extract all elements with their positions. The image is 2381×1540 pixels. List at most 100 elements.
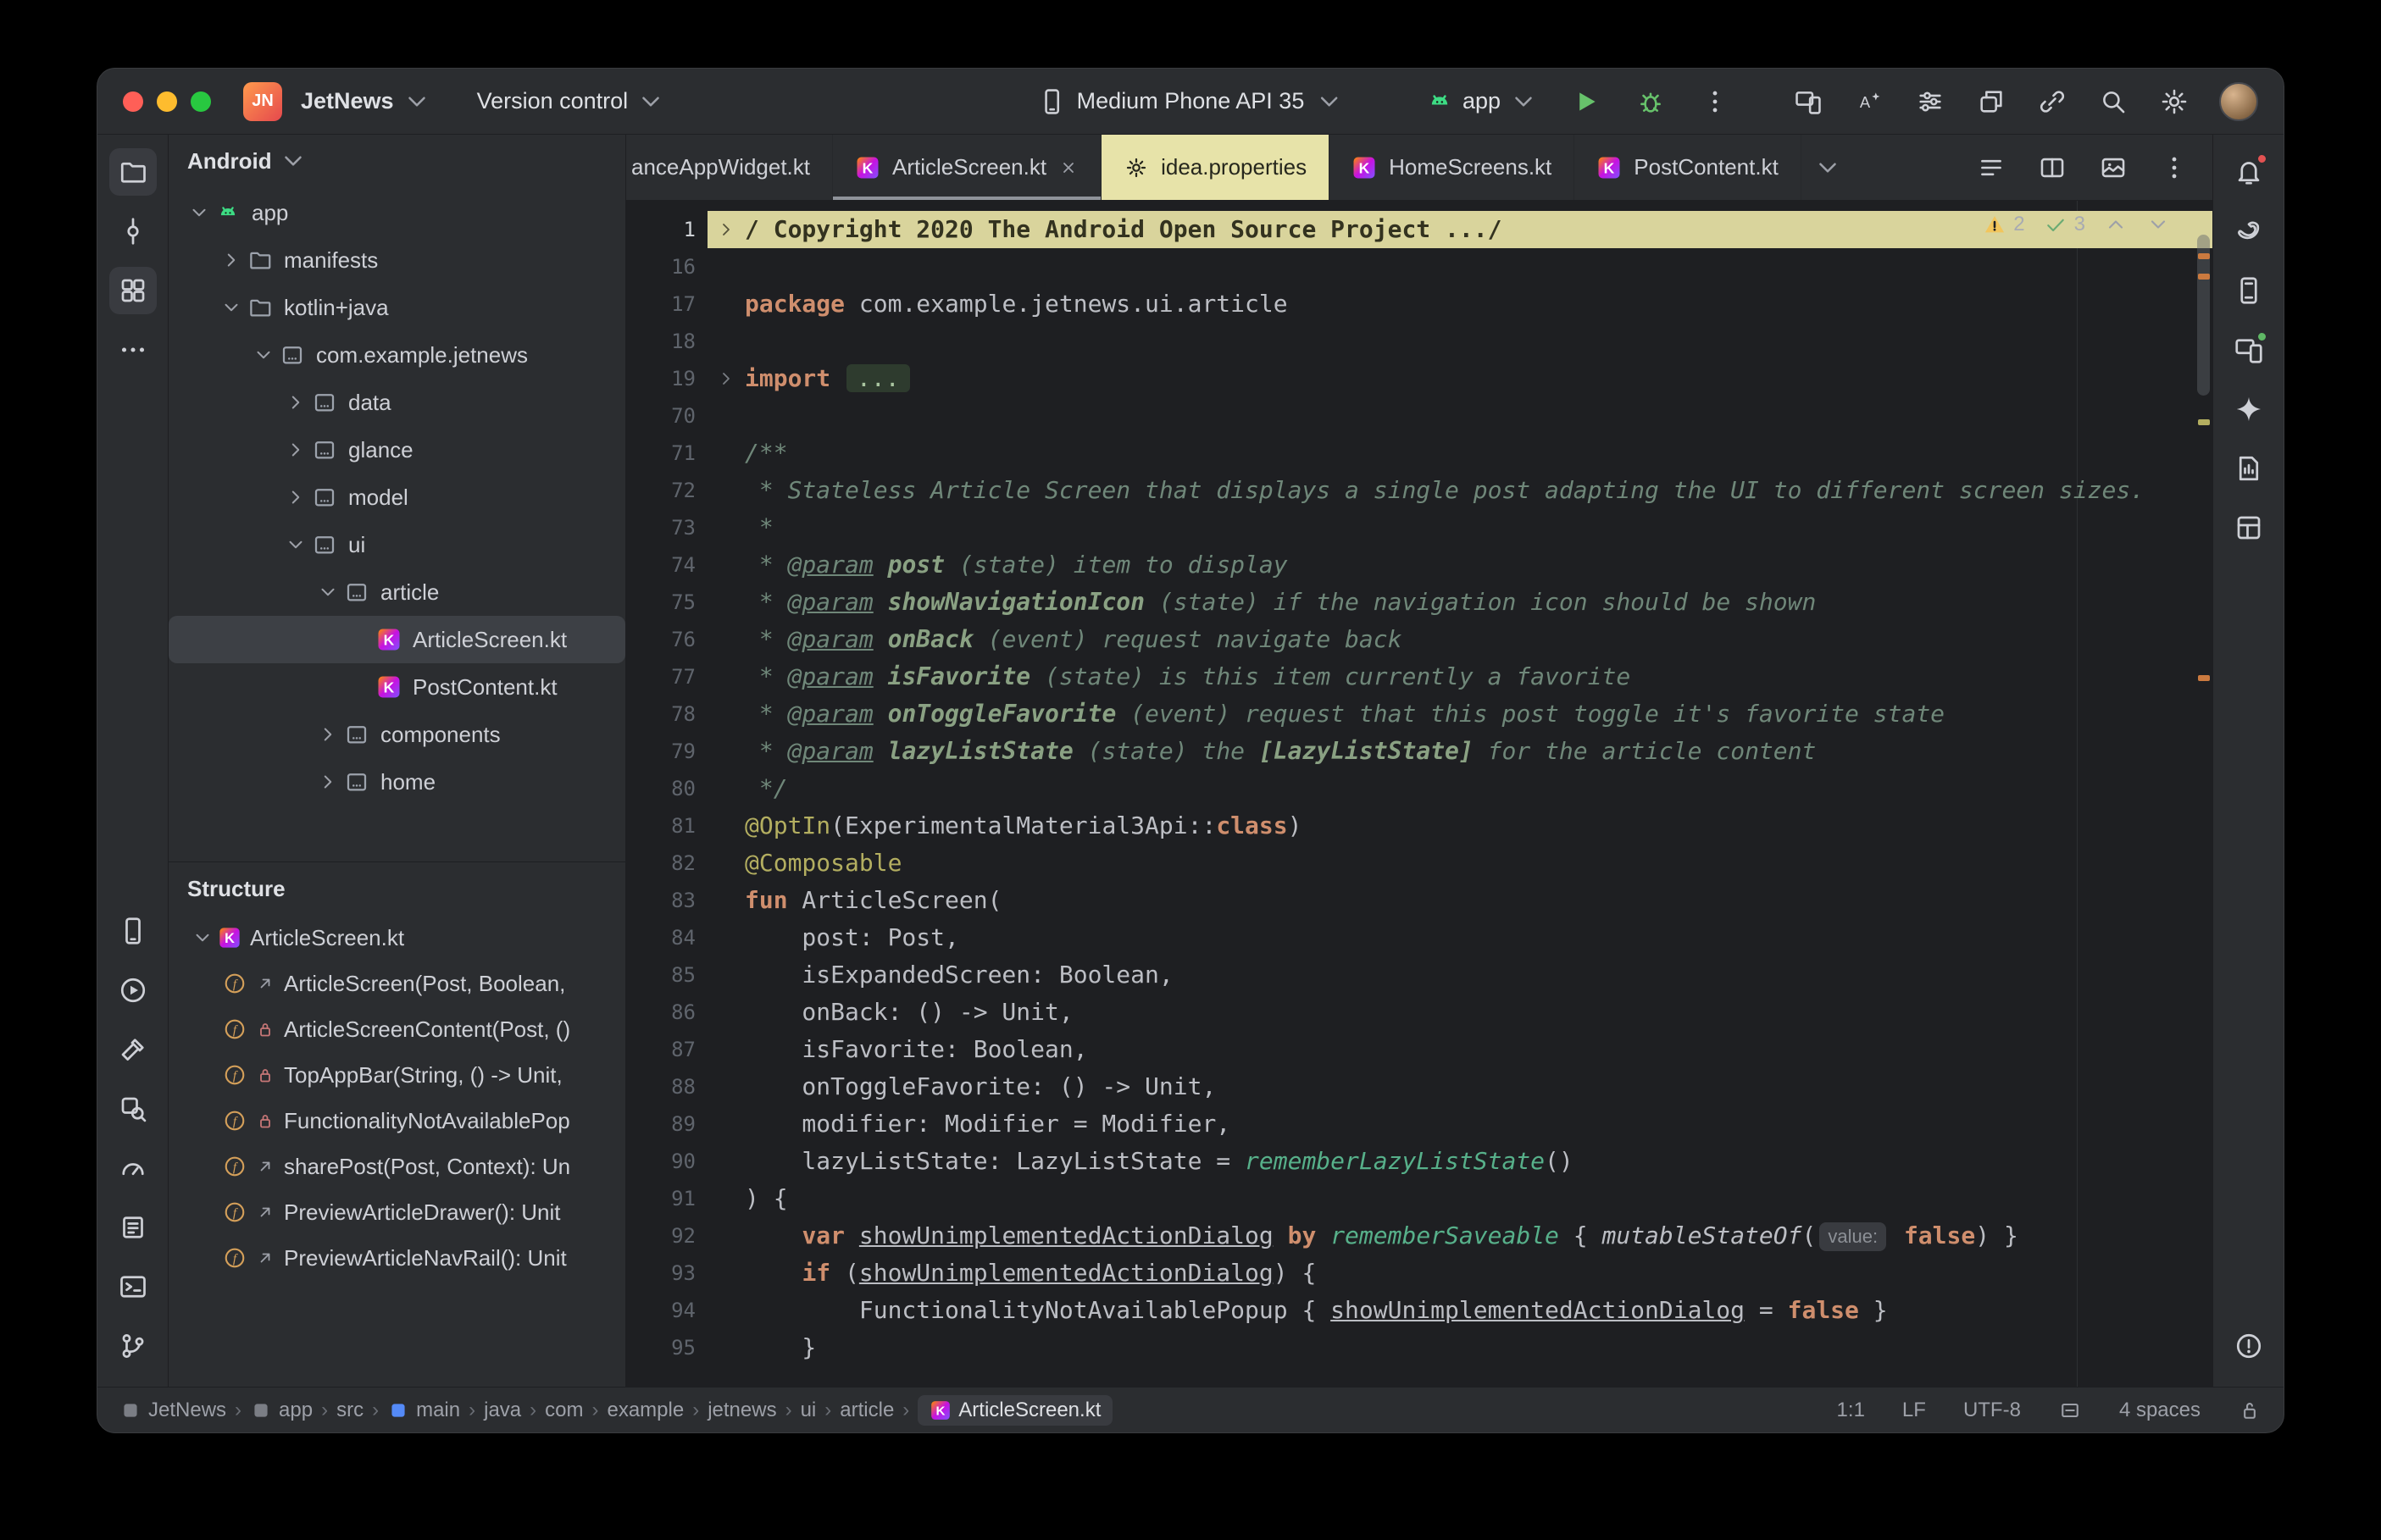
tool-gradle[interactable] <box>2225 208 2273 255</box>
structure-item[interactable]: f FunctionalityNotAvailablePop <box>169 1098 625 1144</box>
code-line[interactable]: 76 * @param onBack (event) request navig… <box>626 621 2212 658</box>
code-line[interactable]: 70 <box>626 397 2212 435</box>
close-tab-button[interactable] <box>1058 158 1079 178</box>
tree-item-postcontent-kt[interactable]: K PostContent.kt <box>169 663 625 711</box>
close-window-button[interactable] <box>123 91 143 112</box>
tab-anceappwidget-kt[interactable]: anceAppWidget.kt <box>626 135 834 200</box>
code-line[interactable]: 16 <box>626 248 2212 285</box>
breadcrumb-item-example[interactable]: example <box>607 1399 684 1422</box>
structure-item[interactable]: f ArticleScreen(Post, Boolean, <box>169 961 625 1006</box>
code-line[interactable]: 88 onToggleFavorite: () -> Unit, <box>626 1068 2212 1105</box>
code-line[interactable]: 91) { <box>626 1180 2212 1217</box>
indent-size[interactable]: 4 spaces <box>2119 1399 2201 1422</box>
debug-button[interactable] <box>1631 82 1670 121</box>
code-line[interactable]: 19 import ... <box>626 360 2212 397</box>
prev-problem-button[interactable] <box>2104 213 2128 236</box>
remote-dev-button[interactable] <box>2033 82 2072 121</box>
code-line[interactable]: 80 */ <box>626 770 2212 807</box>
tool-device-manager[interactable] <box>109 907 157 955</box>
editor-scrollbar[interactable] <box>2194 201 2212 1387</box>
device-selector[interactable]: Medium Phone API 35 <box>1038 87 1344 116</box>
code-line[interactable]: 74 * @param post (state) item to display <box>626 546 2212 584</box>
code-line[interactable]: 85 isExpandedScreen: Boolean, <box>626 956 2212 994</box>
hidden-tabs-button[interactable] <box>1813 135 1842 200</box>
code-line[interactable]: 17 package com.example.jetnews.ui.article <box>626 285 2212 323</box>
tool-more[interactable] <box>109 326 157 374</box>
zoom-window-button[interactable] <box>191 91 211 112</box>
tool-terminal[interactable] <box>109 1263 157 1310</box>
user-avatar[interactable] <box>2219 81 2258 121</box>
code-line[interactable]: 94 FunctionalityNotAvailablePopup { show… <box>626 1292 2212 1329</box>
tree-item-kotlin-java[interactable]: kotlin+java <box>169 284 625 331</box>
code-line[interactable]: 86 onBack: () -> Unit, <box>626 994 2212 1031</box>
split-editor-button[interactable] <box>2033 148 2072 187</box>
editor-layout-widget[interactable] <box>2058 1399 2082 1422</box>
tree-item-manifests[interactable]: manifests <box>169 236 625 284</box>
code-line[interactable]: 1/ Copyright 2020 The Android Open Sourc… <box>626 211 2212 248</box>
more-vertical-button[interactable] <box>2155 148 2194 187</box>
code-line[interactable]: 72 * Stateless Article Screen that displ… <box>626 472 2212 509</box>
caret-position[interactable]: 1:1 <box>1837 1399 1865 1422</box>
structure-root[interactable]: K ArticleScreen.kt <box>169 915 625 961</box>
tree-item-model[interactable]: model <box>169 474 625 521</box>
tool-profiler[interactable] <box>109 1144 157 1192</box>
tree-item-ui[interactable]: ui <box>169 521 625 568</box>
breadcrumb-item-src[interactable]: src <box>336 1399 364 1422</box>
structure-item[interactable]: f PreviewArticleNavRail(): Unit <box>169 1235 625 1281</box>
code-line[interactable]: 18 <box>626 323 2212 360</box>
run-configuration[interactable]: app <box>1425 87 1538 116</box>
tool-version-control[interactable] <box>109 1322 157 1370</box>
code-line[interactable]: 77 * @param isFavorite (state) is this i… <box>626 658 2212 695</box>
code-line[interactable]: 73 * <box>626 509 2212 546</box>
tool-device-explorer[interactable] <box>2225 267 2273 314</box>
tree-item-article[interactable]: article <box>169 568 625 616</box>
code-line[interactable]: 93 if (showUnimplementedActionDialog) { <box>626 1255 2212 1292</box>
tree-item-articlescreen-kt[interactable]: K ArticleScreen.kt <box>169 616 625 663</box>
structure-item[interactable]: f sharePost(Post, Context): Un <box>169 1144 625 1189</box>
breadcrumb-item-jetnews[interactable]: JetNews <box>119 1399 226 1422</box>
plugins-button[interactable] <box>1972 82 2011 121</box>
tree-item-glance[interactable]: glance <box>169 426 625 474</box>
tool-problems[interactable] <box>2225 1322 2273 1370</box>
tool-build[interactable] <box>109 1026 157 1073</box>
breadcrumb-item-main[interactable]: main <box>387 1399 460 1422</box>
tree-item-home[interactable]: home <box>169 758 625 806</box>
code-editor[interactable]: 1/ Copyright 2020 The Android Open Sourc… <box>626 201 2212 1387</box>
breadcrumb-item-jetnews[interactable]: jetnews <box>708 1399 776 1422</box>
code-line[interactable]: 71 /** <box>626 435 2212 472</box>
file-writable[interactable] <box>2238 1399 2262 1422</box>
device-mirror-button[interactable] <box>1789 82 1828 121</box>
breadcrumb-item-com[interactable]: com <box>545 1399 583 1422</box>
tool-commit[interactable] <box>109 208 157 255</box>
tool-layout-inspector[interactable] <box>2225 504 2273 551</box>
tab-list-button[interactable] <box>1972 148 2011 187</box>
run-button[interactable] <box>1567 82 1606 121</box>
code-line[interactable]: 82 @Composable <box>626 845 2212 882</box>
code-line[interactable]: 90 lazyListState: LazyListState = rememb… <box>626 1143 2212 1180</box>
code-line[interactable]: 92 var showUnimplementedActionDialog by … <box>626 1217 2212 1255</box>
project-panel-header[interactable]: Android <box>169 135 625 187</box>
structure-item[interactable]: f ArticleScreenContent(Post, () <box>169 1006 625 1052</box>
tree-item-data[interactable]: data <box>169 379 625 426</box>
code-line[interactable]: 95 } <box>626 1329 2212 1366</box>
breadcrumb-item-ui[interactable]: ui <box>801 1399 817 1422</box>
editor-preview-button[interactable] <box>2094 148 2133 187</box>
code-line[interactable]: 81 @OptIn(ExperimentalMaterial3Api::class… <box>626 807 2212 845</box>
warnings-indicator[interactable]: 2 <box>1983 213 2025 236</box>
tool-logcat[interactable] <box>109 1204 157 1251</box>
tool-project[interactable] <box>108 148 157 196</box>
tool-app-quality-insights[interactable] <box>2225 445 2273 492</box>
tab-idea-properties[interactable]: idea.properties <box>1102 135 1330 200</box>
line-separator[interactable]: LF <box>1902 1399 1926 1422</box>
tool-notifications[interactable] <box>2225 148 2273 196</box>
inspections-widget[interactable]: 2 3 <box>1983 213 2170 236</box>
build-variants-button[interactable] <box>1911 82 1950 121</box>
tab-postcontent-kt[interactable]: K PostContent.kt <box>1574 135 1801 200</box>
tool-running-devices[interactable] <box>2225 326 2273 374</box>
minimize-window-button[interactable] <box>157 91 177 112</box>
structure-item[interactable]: f PreviewArticleDrawer(): Unit <box>169 1189 625 1235</box>
breadcrumb-item-java[interactable]: java <box>484 1399 521 1422</box>
code-line[interactable]: 83 fun ArticleScreen( <box>626 882 2212 919</box>
search-button[interactable] <box>2094 82 2133 121</box>
breadcrumb-item-article[interactable]: article <box>840 1399 894 1422</box>
